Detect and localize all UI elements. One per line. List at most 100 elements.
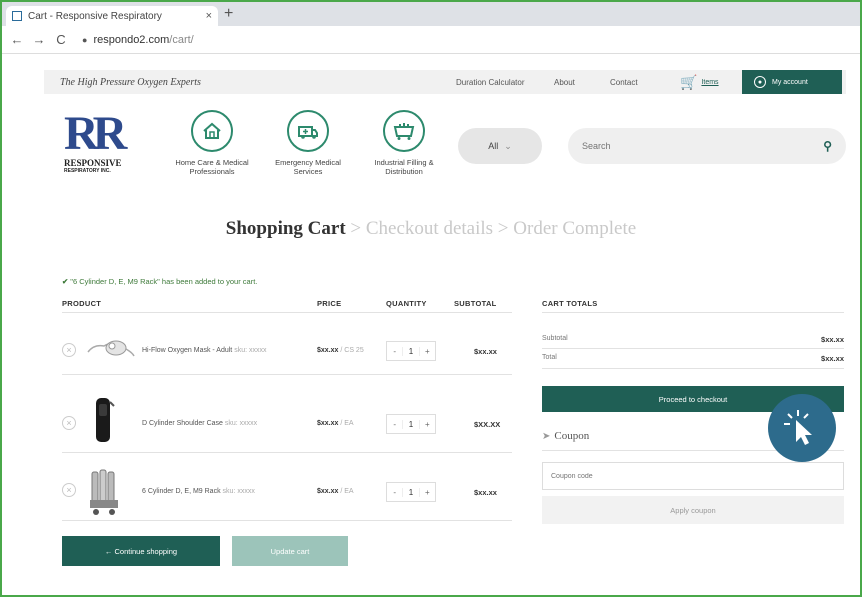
quantity-stepper: - 1 + bbox=[386, 341, 436, 361]
site-logo[interactable]: RR RESPONSIVE RESPIRATORY INC. bbox=[64, 110, 144, 180]
url-path: /cart/ bbox=[169, 33, 194, 46]
price-unit: / CS 25 bbox=[340, 347, 364, 354]
qty-plus-button[interactable]: + bbox=[420, 420, 435, 429]
price-column-header: PRICE bbox=[317, 299, 342, 308]
duration-calculator-link[interactable]: Duration Calculator bbox=[456, 78, 524, 87]
subtotal-column-header: SUBTOTAL bbox=[454, 299, 497, 308]
click-cursor-icon bbox=[768, 394, 836, 462]
product-name: Hi-Flow Oxygen Mask - Adult bbox=[142, 347, 233, 354]
product-name-link[interactable]: 6 Cylinder D, E, M9 Rack sku: xxxxx bbox=[142, 488, 255, 495]
category-emergency[interactable]: Emergency Medical Services bbox=[268, 110, 348, 176]
product-name: D Cylinder Shoulder Case bbox=[142, 420, 223, 427]
row-divider bbox=[62, 520, 512, 521]
quantity-column-header: QUANTITY bbox=[386, 299, 427, 308]
category-industrial[interactable]: Industrial Filling & Distribution bbox=[364, 110, 444, 176]
product-price: $xx.xx / CS 25 bbox=[317, 347, 364, 354]
totals-divider bbox=[542, 312, 844, 313]
about-link[interactable]: About bbox=[554, 78, 575, 87]
row-subtotal: $xx.xx bbox=[474, 488, 497, 497]
price-unit: / EA bbox=[340, 420, 354, 427]
step-checkout-details[interactable]: Checkout details bbox=[366, 218, 493, 239]
step-order-complete: Order Complete bbox=[513, 218, 637, 239]
coupon-heading-text: Coupon bbox=[554, 430, 590, 442]
notice-text: "6 Cylinder D, E, M9 Rack" has been adde… bbox=[70, 277, 258, 286]
category-select[interactable]: All ⌄ bbox=[458, 128, 542, 164]
qty-minus-button[interactable]: - bbox=[387, 347, 402, 356]
search-box: ⚲ bbox=[568, 128, 846, 164]
cart-icon: 🛒 bbox=[680, 74, 698, 90]
cart-items-label: Items bbox=[701, 79, 719, 86]
totals-divider bbox=[542, 368, 844, 369]
forward-icon[interactable]: → bbox=[32, 32, 46, 47]
step-shopping-cart[interactable]: Shopping Cart bbox=[226, 218, 346, 239]
price-value: $xx.xx bbox=[317, 347, 339, 354]
search-input[interactable] bbox=[582, 141, 824, 151]
cylinder-rack-icon bbox=[383, 110, 425, 152]
back-icon[interactable]: ← bbox=[10, 32, 24, 47]
tag-icon: ➤ bbox=[542, 431, 551, 442]
user-icon: ● bbox=[754, 76, 766, 88]
cart-totals-heading: CART TOTALS bbox=[542, 299, 598, 308]
my-account-label: My account bbox=[772, 78, 808, 86]
url-host: respondo2.com bbox=[93, 33, 170, 46]
new-tab-icon[interactable]: + bbox=[224, 6, 233, 22]
product-price: $xx.xx / EA bbox=[317, 488, 354, 495]
qty-plus-button[interactable]: + bbox=[420, 347, 435, 356]
header-cart-link[interactable]: 🛒 Items bbox=[680, 74, 719, 91]
checkout-steps: Shopping Cart > Checkout details > Order… bbox=[2, 218, 860, 240]
table-header-divider bbox=[62, 312, 512, 313]
category-home-care[interactable]: Home Care & Medical Professionals bbox=[172, 110, 252, 176]
search-icon[interactable]: ⚲ bbox=[823, 139, 832, 153]
product-name-link[interactable]: Hi-Flow Oxygen Mask - Adult sku: xxxxx bbox=[142, 347, 267, 354]
qty-plus-button[interactable]: + bbox=[420, 488, 435, 497]
browser-tab[interactable]: Cart - Responsive Respiratory × bbox=[6, 6, 218, 26]
qty-minus-button[interactable]: - bbox=[387, 420, 402, 429]
row-subtotal: $XX.XX bbox=[474, 420, 501, 429]
check-icon: ✔ bbox=[62, 277, 69, 286]
row-divider bbox=[62, 374, 512, 375]
subtotal-value: $xx.xx bbox=[821, 335, 844, 344]
logo-name: RESPONSIVE bbox=[64, 158, 122, 168]
remove-item-button[interactable]: × bbox=[62, 483, 76, 497]
product-thumbnail-mask[interactable] bbox=[86, 334, 136, 369]
qty-input[interactable]: 1 bbox=[402, 487, 420, 497]
apply-coupon-button[interactable]: Apply coupon bbox=[542, 496, 844, 524]
total-label: Total bbox=[542, 354, 557, 361]
tab-close-icon[interactable]: × bbox=[206, 10, 212, 22]
added-to-cart-notice: ✔ "6 Cylinder D, E, M9 Rack" has been add… bbox=[62, 277, 257, 286]
category-industrial-label: Industrial Filling & Distribution bbox=[374, 158, 434, 176]
price-value: $xx.xx bbox=[317, 488, 339, 495]
product-name: 6 Cylinder D, E, M9 Rack bbox=[142, 488, 221, 495]
contact-link[interactable]: Contact bbox=[610, 78, 638, 87]
quantity-stepper: - 1 + bbox=[386, 414, 436, 434]
qty-input[interactable]: 1 bbox=[402, 419, 420, 429]
site-tagline: The High Pressure Oxygen Experts bbox=[60, 76, 201, 88]
url-field[interactable]: respondo2.com/cart/ bbox=[93, 34, 193, 46]
remove-item-button[interactable]: × bbox=[62, 416, 76, 430]
my-account-button[interactable]: ● My account bbox=[742, 70, 842, 94]
logo-mark: RR bbox=[64, 107, 127, 160]
remove-item-button[interactable]: × bbox=[62, 343, 76, 357]
reload-icon[interactable]: C bbox=[54, 32, 68, 47]
price-unit: / EA bbox=[340, 488, 354, 495]
step-separator: > bbox=[350, 218, 362, 239]
product-price: $xx.xx / EA bbox=[317, 420, 354, 427]
product-thumbnail-case[interactable] bbox=[92, 396, 116, 451]
product-thumbnail-rack[interactable] bbox=[88, 464, 122, 521]
favicon-icon bbox=[12, 11, 22, 21]
update-cart-button[interactable]: Update cart bbox=[232, 536, 348, 566]
house-icon bbox=[191, 110, 233, 152]
product-sku: sku: xxxxx bbox=[222, 488, 255, 495]
continue-shopping-button[interactable]: ← Continue shopping bbox=[62, 536, 220, 566]
category-home-care-label: Home Care & Medical Professionals bbox=[175, 158, 249, 176]
product-name-link[interactable]: D Cylinder Shoulder Case sku: xxxxx bbox=[142, 420, 257, 427]
lock-icon: ● bbox=[82, 34, 88, 45]
qty-input[interactable]: 1 bbox=[402, 346, 420, 356]
chevron-down-icon: ⌄ bbox=[504, 140, 512, 151]
screenshot-frame: Cart - Responsive Respiratory × + ← → C … bbox=[0, 0, 862, 597]
qty-minus-button[interactable]: - bbox=[387, 488, 402, 497]
row-divider bbox=[62, 452, 512, 453]
product-sku: sku: xxxxx bbox=[224, 420, 258, 427]
coupon-code-input[interactable] bbox=[542, 462, 844, 490]
subtotal-label: Subtotal bbox=[542, 335, 568, 342]
